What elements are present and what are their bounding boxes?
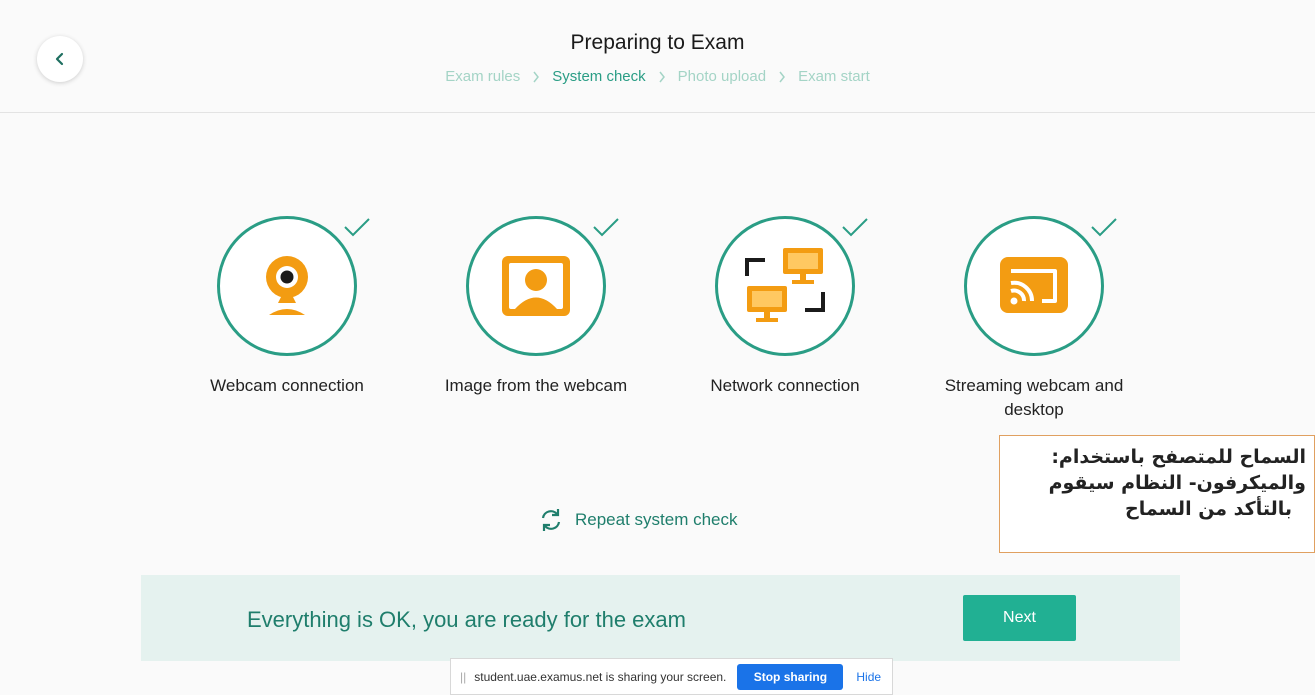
check-label: Image from the webcam xyxy=(444,376,628,395)
check-circle xyxy=(964,216,1104,356)
refresh-icon xyxy=(541,509,561,531)
check-circle xyxy=(466,216,606,356)
page-title: Preparing to Exam xyxy=(570,31,745,54)
sharing-message: student.uae.examus.net is sharing your s… xyxy=(474,669,727,684)
cast-stream-icon xyxy=(1000,257,1068,313)
check-webcam-connection: Webcam connection xyxy=(187,216,387,398)
checkmark-icon xyxy=(593,218,619,237)
repeat-system-check-link[interactable]: Repeat system check xyxy=(538,508,738,532)
annotation-line: بالتأكد من السماح xyxy=(1125,498,1292,520)
chevron-right-icon xyxy=(658,71,666,83)
status-message: Everything is OK, you are ready for the … xyxy=(247,607,686,632)
chevron-right-icon xyxy=(532,71,540,83)
breadcrumb: Exam rules System check Photo upload Exa… xyxy=(0,68,1315,85)
hide-link[interactable]: Hide xyxy=(856,670,881,684)
check-label: Webcam connection xyxy=(210,376,364,395)
check-label: Network connection xyxy=(710,376,860,395)
check-image-from-webcam: Image from the webcam xyxy=(436,216,636,398)
checkmark-icon xyxy=(1091,218,1117,237)
checkmark-icon xyxy=(842,218,868,237)
next-button[interactable]: Next xyxy=(963,595,1076,641)
drag-handle-icon[interactable]: || xyxy=(460,670,466,684)
check-network-connection: Network connection xyxy=(685,216,885,398)
step-exam-start[interactable]: Exam start xyxy=(798,68,870,85)
user-portrait-icon xyxy=(502,256,570,316)
repeat-label: Repeat system check xyxy=(575,510,738,529)
page-header: Preparing to Exam Exam rules System chec… xyxy=(0,0,1315,113)
step-system-check[interactable]: System check xyxy=(552,68,645,85)
status-banner: Everything is OK, you are ready for the … xyxy=(141,575,1180,661)
annotation-callout: السماح للمتصفح باستخدام: والميكرفون- الن… xyxy=(999,435,1315,553)
annotation-line: السماح للمتصفح باستخدام: xyxy=(1051,446,1306,468)
check-label: Streaming webcam and desktop xyxy=(944,376,1124,419)
screen-sharing-bar: || student.uae.examus.net is sharing you… xyxy=(450,658,893,695)
step-exam-rules[interactable]: Exam rules xyxy=(445,68,520,85)
webcam-icon xyxy=(266,256,308,315)
check-streaming: Streaming webcam and desktop xyxy=(934,216,1134,422)
network-computers-icon xyxy=(745,248,825,322)
step-photo-upload[interactable]: Photo upload xyxy=(678,68,766,85)
check-circle xyxy=(715,216,855,356)
check-circle xyxy=(217,216,357,356)
annotation-line: والميكرفون- النظام سيقوم xyxy=(1048,472,1306,494)
checkmark-icon xyxy=(344,218,370,237)
chevron-right-icon xyxy=(778,71,786,83)
stop-sharing-button[interactable]: Stop sharing xyxy=(737,663,844,690)
